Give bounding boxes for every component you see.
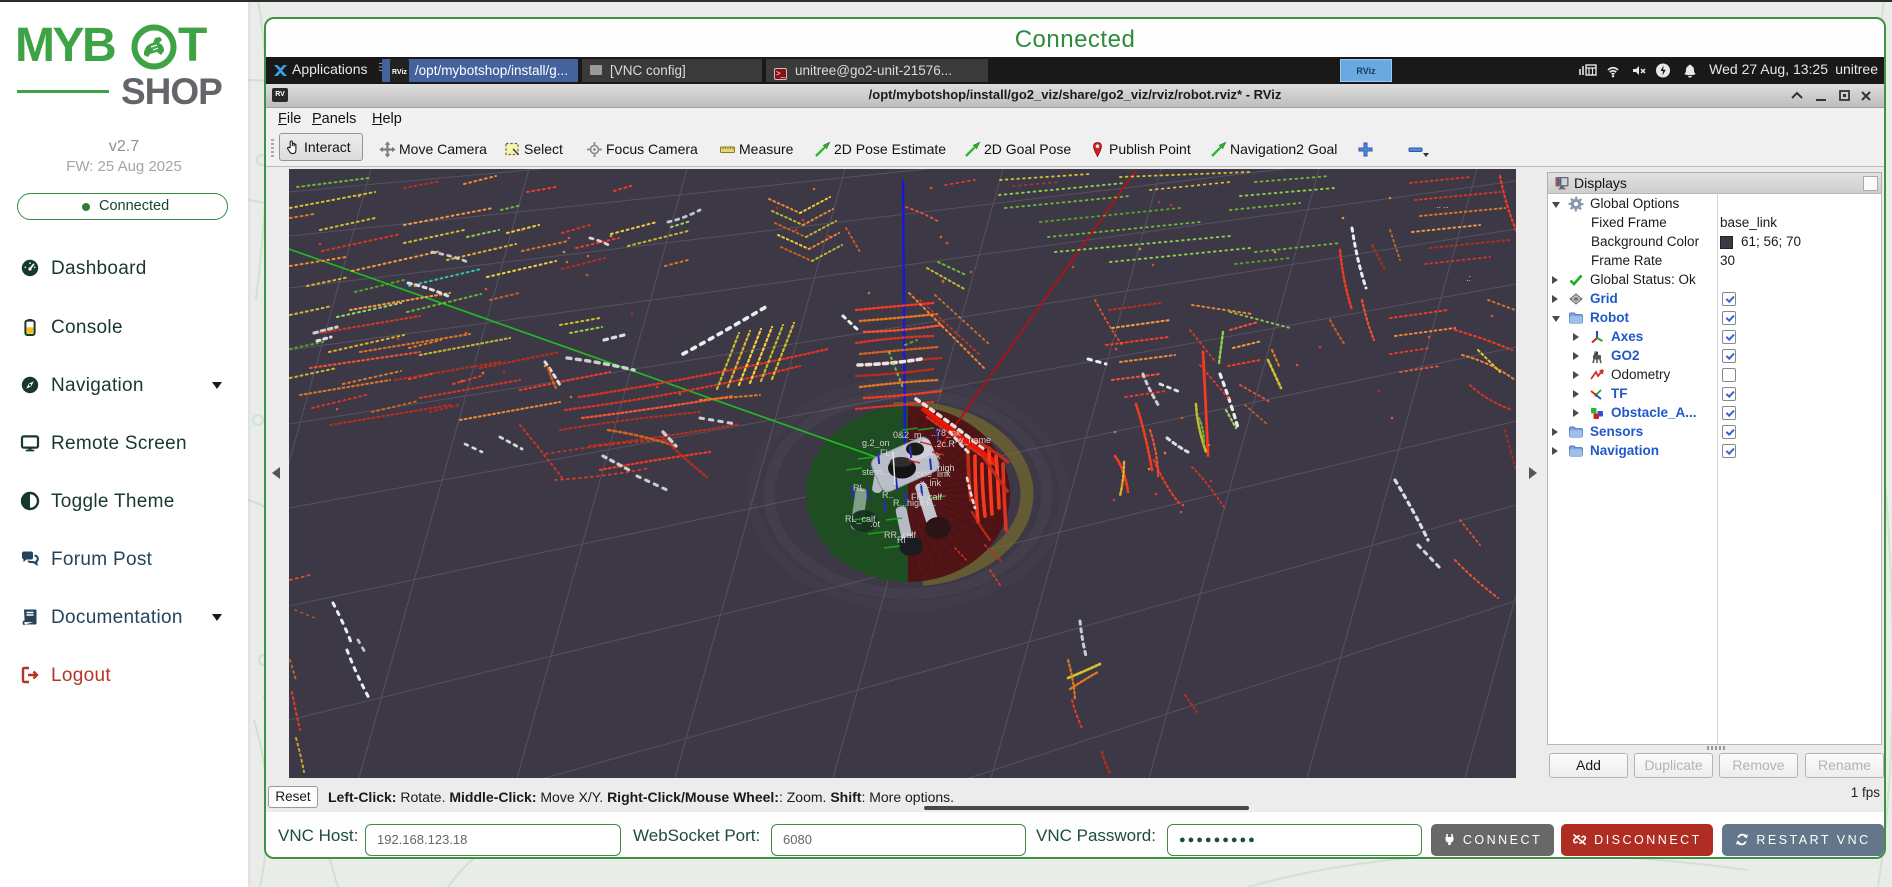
svg-text:RL: RL xyxy=(853,483,865,493)
svg-text:g.2_on: g.2_on xyxy=(862,438,890,448)
svg-text:FL: FL xyxy=(880,448,891,458)
svg-text:..nk: ..nk xyxy=(926,451,941,461)
svg-text:stern...: stern... xyxy=(862,467,890,477)
svg-text:.2c.R: .2c.R xyxy=(934,439,956,449)
svg-text:R..: R.. xyxy=(882,490,894,500)
svg-text:.. ..: .. .. xyxy=(1436,200,1449,210)
svg-text:0&2_m: 0&2_m xyxy=(893,430,922,440)
svg-text:..w_hame: ..w_hame xyxy=(952,435,991,445)
svg-text:R...high F..: R...high F.. xyxy=(893,498,936,508)
svg-text:Rl: Rl xyxy=(897,535,906,545)
svg-text:.:: .: xyxy=(1466,273,1471,283)
svg-text:x_lnk: x_lnk xyxy=(920,478,942,488)
svg-text:.ot: .ot xyxy=(870,519,881,529)
